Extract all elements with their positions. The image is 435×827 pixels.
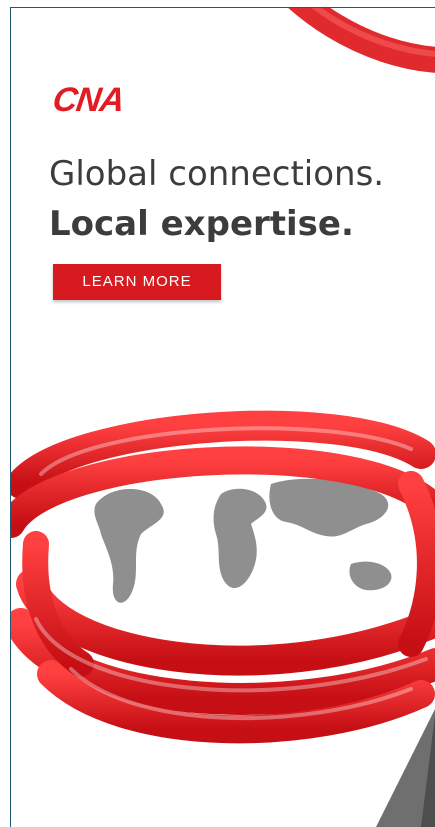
world-map-icon xyxy=(81,474,401,614)
headline-line-1: Global connections. xyxy=(49,154,385,194)
cable-decoration-top xyxy=(288,8,435,73)
learn-more-button[interactable]: LEARN MORE xyxy=(53,264,221,300)
corner-shade xyxy=(376,709,435,827)
ad-banner[interactable]: CNA Global connections. Local expertise.… xyxy=(10,7,435,827)
headline-line-2: Local expertise. xyxy=(49,204,354,244)
cna-logo: CNA xyxy=(50,81,127,119)
hero-image xyxy=(11,410,435,744)
